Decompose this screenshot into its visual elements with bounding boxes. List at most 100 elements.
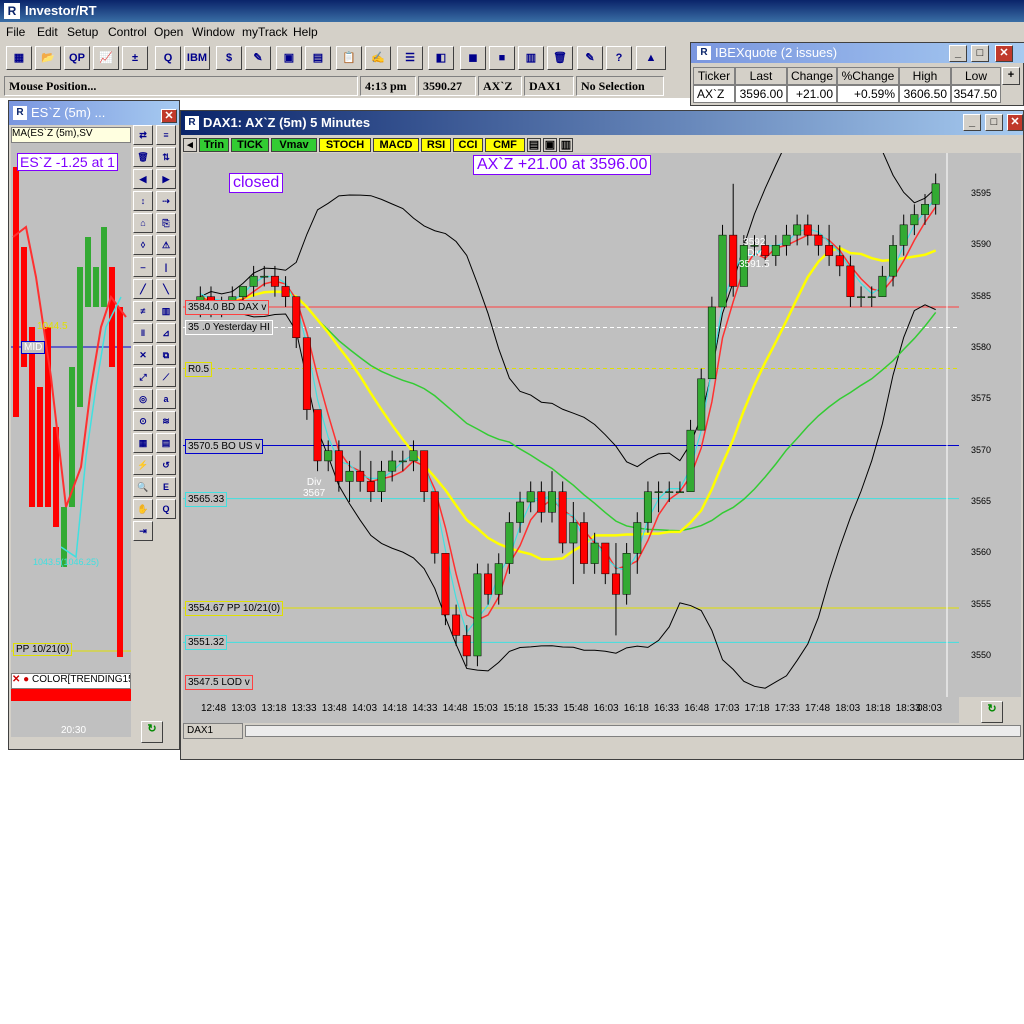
drawing-tool-icon[interactable]: ⚠	[156, 235, 176, 255]
menu-setup[interactable]: Setup	[67, 25, 98, 39]
drawing-tool-icon[interactable]: |	[156, 257, 176, 277]
trash-icon[interactable]: 🗑	[547, 46, 573, 70]
col-high[interactable]: High	[899, 67, 951, 85]
dax-window-title-bar[interactable]: R DAX1: AX`Z (5m) 5 Minutes _ □ ✕	[181, 111, 1023, 135]
drawing-tool-icon[interactable]: ⧉	[156, 345, 176, 365]
quote-page-button[interactable]: QP	[64, 46, 90, 70]
drawing-tool-icon[interactable]: ≋	[156, 411, 176, 431]
list-icon[interactable]: ☰	[397, 46, 423, 70]
help-button[interactable]: ?	[606, 46, 632, 70]
news-icon[interactable]: ▣	[276, 46, 302, 70]
record-icon[interactable]: ■	[489, 46, 515, 70]
menu-file[interactable]: File	[6, 25, 25, 39]
drawing-tool-icon[interactable]: ⌂	[133, 213, 153, 233]
quote-window-title-bar[interactable]: R IBEXquote (2 issues) _ □ ✕	[691, 43, 1024, 63]
drawing-tool-icon[interactable]: ◀	[133, 169, 153, 189]
drawing-tool-icon[interactable]: ≡	[156, 125, 176, 145]
drawing-tool-icon[interactable]: a	[156, 389, 176, 409]
edit-icon[interactable]: ✎	[577, 46, 603, 70]
split-icon[interactable]: ◧	[428, 46, 454, 70]
scan-icon[interactable]: Q	[155, 46, 181, 70]
drawing-tool-icon[interactable]: ▦	[133, 433, 153, 453]
drawing-tool-icon[interactable]: ⟋	[156, 367, 176, 387]
add-indicator-icon[interactable]: ▣	[543, 138, 557, 152]
es-chart-area[interactable]: MA(ES`Z (5m),SV ES`Z -1.25 at 1 1044.5 M…	[11, 127, 131, 737]
money-icon[interactable]: $	[216, 46, 242, 70]
level-label-lod[interactable]: 3547.5 LOD v	[185, 674, 253, 690]
maximize-icon[interactable]: □	[971, 45, 989, 62]
drawing-tool-icon[interactable]: ◊	[133, 235, 153, 255]
time-axis[interactable]: 12:48 13:03 13:18 13:33 13:48 14:03 14:18 14:33…	[183, 697, 959, 723]
collapse-icon[interactable]: ◂	[183, 138, 197, 152]
minimize-icon[interactable]: _	[949, 45, 967, 62]
close-icon[interactable]: ✕	[995, 45, 1013, 62]
clipboard-icon[interactable]: 📋	[336, 46, 362, 70]
drawing-tool-icon[interactable]: ✕	[133, 345, 153, 365]
drawing-tool-icon[interactable]: E	[156, 477, 176, 497]
close-icon[interactable]: ✕	[1007, 114, 1023, 131]
refresh-icon[interactable]: ↻	[141, 721, 163, 743]
drawing-tool-icon[interactable]: ▤	[156, 433, 176, 453]
calculator-icon[interactable]: ±	[122, 46, 148, 70]
order-icon[interactable]: ▥	[518, 46, 544, 70]
cell-ticker[interactable]: AX`Z	[693, 85, 735, 103]
indicator-vmav[interactable]: Vmav	[271, 138, 317, 152]
pencil-icon[interactable]: ✎	[245, 46, 271, 70]
level-label-yesterday-hi[interactable]: 35 .0 Yesterday HI	[185, 320, 273, 336]
drawing-tool-icon[interactable]: Q	[156, 499, 176, 519]
drawing-tool-icon[interactable]: ⇥	[133, 521, 153, 541]
level-label-l51[interactable]: 3551.32	[185, 635, 228, 651]
notes-icon[interactable]: ✍	[365, 46, 391, 70]
chart-icon[interactable]: 📈	[93, 46, 119, 70]
drawing-tool-icon[interactable]: ⚡	[133, 455, 153, 475]
col-pct-change[interactable]: %Change	[837, 67, 899, 85]
level-label-bo-us[interactable]: 3570.5 BO US v	[185, 438, 264, 454]
sheet-tab-dax1[interactable]: DAX1	[183, 723, 243, 739]
remove-indicator-icon[interactable]: ▥	[559, 138, 573, 152]
grid-icon[interactable]: ▦	[6, 46, 32, 70]
indicator-trin[interactable]: Trin	[199, 138, 229, 152]
maximize-icon[interactable]: □	[985, 114, 1003, 131]
menu-window[interactable]: Window	[192, 25, 235, 39]
drawing-tool-icon[interactable]: ⇄	[133, 125, 153, 145]
menu-mytrack[interactable]: myTrack	[242, 25, 288, 39]
horizontal-scrollbar[interactable]	[245, 725, 1021, 737]
close-icon[interactable]: ✕	[161, 109, 177, 123]
add-icon[interactable]: +	[1002, 67, 1020, 85]
col-ticker[interactable]: Ticker	[693, 67, 735, 85]
level-label-pp[interactable]: 3554.67 PP 10/21(0)	[185, 601, 284, 616]
table-icon[interactable]: ▤	[305, 46, 331, 70]
market-chart-icon[interactable]: ▲	[636, 46, 666, 70]
menu-control[interactable]: Control	[108, 25, 147, 39]
drawing-tool-icon[interactable]: ‖	[133, 323, 153, 343]
drawing-tool-icon[interactable]: ✋	[133, 499, 153, 519]
col-last[interactable]: Last	[735, 67, 787, 85]
drawing-tool-icon[interactable]: 🔍	[133, 477, 153, 497]
drawing-tool-icon[interactable]: ↺	[156, 455, 176, 475]
drawing-tool-icon[interactable]: ⎘	[156, 213, 176, 233]
drawing-tool-icon[interactable]: ↕	[133, 191, 153, 211]
col-change[interactable]: Change	[787, 67, 837, 85]
menu-edit[interactable]: Edit	[37, 25, 58, 39]
drawing-tool-icon[interactable]: 🗑	[133, 147, 153, 167]
stop-icon[interactable]: ◼	[460, 46, 486, 70]
price-axis[interactable]: 3595 3590 3585 3580 3575 3570 3565 3560 3555 3550	[959, 153, 1021, 697]
drawing-tool-icon[interactable]: ⤢	[133, 367, 153, 387]
drawing-tool-icon[interactable]: ▶	[156, 169, 176, 189]
indicator-cmf[interactable]: CMF	[485, 138, 525, 152]
ibm-button[interactable]: IBM	[184, 46, 210, 70]
indicator-stoch[interactable]: STOCH	[319, 138, 371, 152]
menu-help[interactable]: Help	[293, 25, 318, 39]
drawing-tool-icon[interactable]: ⊙	[133, 411, 153, 431]
close-icon[interactable]: ✕	[12, 674, 20, 685]
refresh-icon[interactable]: ↻	[981, 701, 1003, 723]
minimize-icon[interactable]: _	[963, 114, 981, 131]
settings-icon[interactable]: ▤	[527, 138, 541, 152]
drawing-tool-icon[interactable]: ⊿	[156, 323, 176, 343]
drawing-tool-icon[interactable]: ◎	[133, 389, 153, 409]
indicator-rsi[interactable]: RSI	[421, 138, 451, 152]
indicator-macd[interactable]: MACD	[373, 138, 419, 152]
drawing-tool-icon[interactable]: ≠	[133, 301, 153, 321]
level-label-bd-dax[interactable]: 3584.0 BD DAX v	[185, 299, 270, 315]
level-label-r0[interactable]: R0.5	[185, 361, 213, 377]
